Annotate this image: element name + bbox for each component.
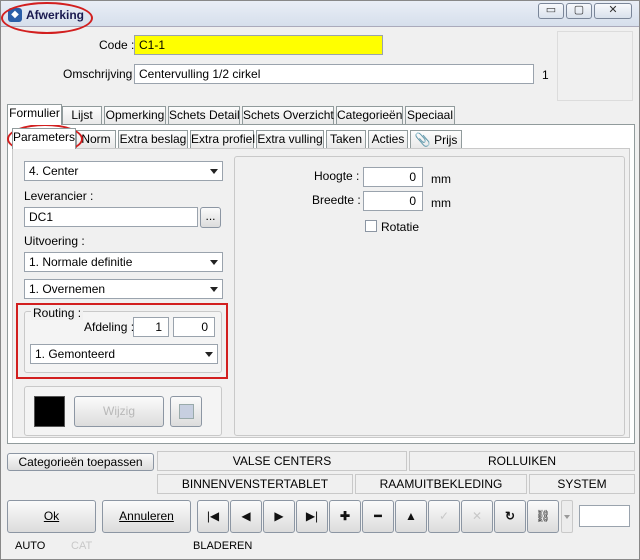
refresh-icon[interactable]: ↻ (494, 500, 526, 533)
search-dropdown-button[interactable] (561, 500, 573, 533)
last-record-icon[interactable]: ▶| (296, 500, 328, 533)
minimize-button[interactable]: ▭ (538, 3, 564, 19)
category-system[interactable]: SYSTEM (529, 474, 635, 494)
supplier-field[interactable]: DC1 (24, 207, 198, 227)
height-field[interactable]: 0 (363, 167, 423, 187)
search-binoculars-icon[interactable]: ⛓ (527, 500, 559, 533)
code-label: Code : (99, 38, 135, 52)
square-icon (178, 404, 194, 419)
tab-formulier[interactable]: Formulier (7, 104, 62, 125)
previous-record-icon[interactable]: ◀ (230, 500, 262, 533)
type-select-value: 4. Center (29, 164, 79, 178)
chevron-down-icon (210, 169, 218, 174)
chevron-down-icon (564, 515, 570, 519)
apply-categories-button[interactable]: Categorieën toepassen (7, 453, 154, 471)
category-raamuitbekleding[interactable]: RAAMUITBEKLEDING (355, 474, 527, 494)
first-record-icon[interactable]: |◀ (197, 500, 229, 533)
next-record-icon[interactable]: ▶ (263, 500, 295, 533)
tab-extra-beslag[interactable]: Extra beslag (118, 130, 188, 149)
routing-select[interactable]: 1. Gemonteerd (30, 344, 218, 364)
tab-prijs[interactable]: 📎 Prijs (410, 130, 462, 149)
department-field-1[interactable]: 1 (133, 317, 169, 337)
search-input[interactable] (579, 505, 630, 527)
annotation-ring-title (1, 2, 93, 34)
routing-select-value: 1. Gemonteerd (35, 347, 116, 361)
dimensions-panel (234, 156, 625, 436)
execution-select[interactable]: 1. Normale definitie (24, 252, 223, 272)
ok-button[interactable]: Ok (7, 500, 96, 533)
take-over-select-value: 1. Overnemen (29, 282, 106, 296)
preview-box (557, 31, 633, 101)
category-binnenvenstertablet[interactable]: BINNENVENSTERTABLET (157, 474, 353, 494)
tab-taken[interactable]: Taken (326, 130, 366, 149)
execution-label: Uitvoering : (24, 234, 85, 248)
take-over-select[interactable]: 1. Overnemen (24, 279, 223, 299)
cancel-button[interactable]: Annuleren (102, 500, 191, 533)
tab-lijst[interactable]: Lijst (62, 106, 102, 125)
chevron-down-icon (210, 287, 218, 292)
category-rolluiken[interactable]: ROLLUIKEN (409, 451, 635, 471)
delete-record-icon[interactable]: ━ (362, 500, 394, 533)
tab-schets-overzicht[interactable]: Schets Overzicht (242, 106, 334, 125)
width-field[interactable]: 0 (363, 191, 423, 211)
title-bar: ◆ Afwerking ▭ ▢ ✕ (1, 1, 639, 27)
tab-extra-profiel[interactable]: Extra profiel (190, 130, 255, 149)
color-swatch[interactable] (34, 396, 65, 427)
tab-opmerking[interactable]: Opmerking (104, 106, 166, 125)
clear-color-button[interactable] (170, 396, 202, 427)
tab-parameters[interactable]: Parameters (12, 128, 76, 149)
add-record-icon[interactable]: ✚ (329, 500, 361, 533)
width-label: Breedte : (312, 193, 361, 207)
rotation-label: Rotatie (381, 220, 420, 234)
category-valse-centers[interactable]: VALSE CENTERS (157, 451, 407, 471)
tab-categorieen[interactable]: Categorieën (336, 106, 403, 125)
tab-extra-vulling[interactable]: Extra vulling (256, 130, 324, 149)
supplier-label: Leverancier : (24, 189, 94, 203)
department-label: Afdeling : (84, 320, 135, 334)
window: ◆ Afwerking ▭ ▢ ✕ Code : C1-1 Omschrijvi… (0, 0, 640, 560)
paperclip-icon: 📎 (414, 132, 431, 147)
routing-label: Routing : (31, 306, 84, 320)
close-button[interactable]: ✕ (594, 3, 632, 19)
edit-record-icon[interactable]: ▲ (395, 500, 427, 533)
execution-select-value: 1. Normale definitie (29, 255, 133, 269)
description-field[interactable]: Centervulling 1/2 cirkel (134, 64, 534, 84)
confirm-icon[interactable]: ✓ (428, 500, 460, 533)
status-mode: BLADEREN (193, 540, 253, 552)
tab-prijs-label: Prijs (434, 133, 458, 147)
code-field[interactable]: C1-1 (134, 35, 383, 55)
type-select[interactable]: 4. Center (24, 161, 223, 181)
discard-icon[interactable]: ✕ (461, 500, 493, 533)
rotation-checkbox[interactable] (365, 220, 377, 232)
supplier-browse-button[interactable]: ... (200, 207, 221, 228)
status-auto: AUTO (15, 540, 46, 552)
status-cat: CAT (71, 540, 93, 552)
maximize-button[interactable]: ▢ (566, 3, 592, 19)
height-unit: mm (431, 172, 451, 186)
change-color-button[interactable]: Wijzig (74, 396, 164, 427)
tab-schets-detail[interactable]: Schets Detail (168, 106, 240, 125)
tab-speciaal[interactable]: Speciaal (405, 106, 455, 125)
description-count: 1 (542, 68, 549, 82)
description-label: Omschrijving : (63, 67, 140, 81)
height-label: Hoogte : (314, 169, 360, 183)
department-field-2[interactable]: 0 (173, 317, 215, 337)
chevron-down-icon (210, 260, 218, 265)
chevron-down-icon (205, 352, 213, 357)
width-unit: mm (431, 196, 451, 210)
tab-acties[interactable]: Acties (368, 130, 408, 149)
